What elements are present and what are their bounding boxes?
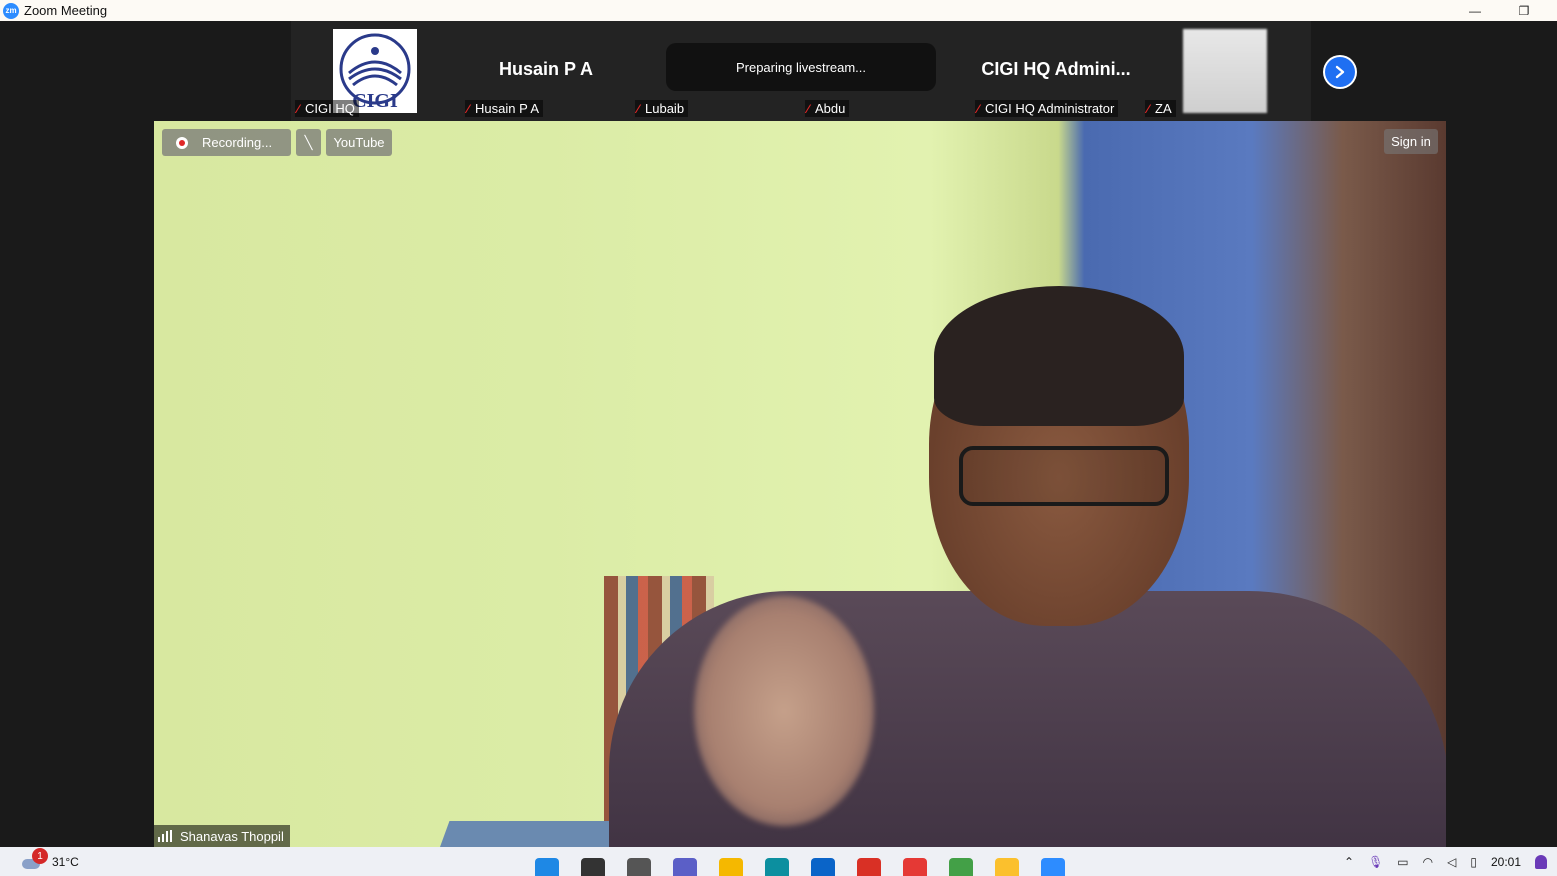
participant-label: ⁄ Abdu (805, 100, 850, 117)
participant-label: ⁄ ZA (1145, 100, 1176, 117)
participant-tile-cigi-hq[interactable]: CIGI ⁄ CIGI HQ (291, 21, 461, 121)
system-tray: ⌃ 🎙 ▭ ◠ ◁ ▯ 20:01 (1344, 847, 1547, 876)
gmail-glyph (857, 858, 881, 876)
record-dot-icon (176, 136, 188, 149)
chrome-1-icon[interactable] (900, 847, 930, 876)
signal-strength-icon (158, 830, 174, 842)
teams-icon[interactable] (670, 847, 700, 876)
notification-badge: 1 (32, 848, 48, 864)
meeting-stage: CIGI ⁄ CIGI HQ Husain P A ⁄ Husain P A L… (0, 21, 1557, 847)
windows-start-icon[interactable] (532, 847, 562, 876)
file-explorer-glyph (719, 858, 743, 876)
window-titlebar: zm Zoom Meeting — ❐ (0, 0, 1557, 21)
weather-cloud-icon: 1 (20, 848, 48, 871)
zoom-glyph (1041, 858, 1065, 876)
chevron-up-icon[interactable]: ⌃ (1344, 855, 1354, 869)
chevron-right-icon (1325, 57, 1355, 87)
participant-label-text: Abdu (815, 101, 846, 116)
task-view-glyph (627, 858, 651, 876)
participant-label-text: Husain P A (475, 101, 540, 116)
mic-muted-icon: ⁄ (637, 101, 640, 116)
microphone-icon[interactable]: 🎙 (1368, 855, 1383, 869)
chrome-2-glyph (949, 858, 973, 876)
search-icon[interactable] (578, 847, 608, 876)
chrome-2-icon[interactable] (946, 847, 976, 876)
participant-tile-cigi-admin[interactable]: CIGI HQ Admini... ⁄ CIGI HQ Administrato… (971, 21, 1141, 121)
file-explorer-icon[interactable] (716, 847, 746, 876)
volume-icon[interactable]: ◁ (1447, 855, 1456, 869)
livestream-toast: Preparing livestream... (666, 43, 936, 91)
minimize-button[interactable]: — (1460, 0, 1490, 21)
mail-glyph (811, 858, 835, 876)
window-title: Zoom Meeting (24, 3, 108, 18)
participant-tile-za[interactable]: ⁄ ZA (1141, 21, 1311, 121)
recording-indicator[interactable]: Recording... (162, 129, 291, 156)
mic-muted-icon: ⁄ (1147, 101, 1150, 116)
windows-taskbar: 1 31°C ⌃ 🎙 ▭ ◠ ◁ ▯ 20:01 (0, 847, 1557, 876)
participant-name: Husain P A (498, 59, 594, 79)
chrome-3-icon[interactable] (992, 847, 1022, 876)
battery-icon[interactable]: ▯ (1470, 855, 1477, 869)
participant-label-text: CIGI HQ Administrator (985, 101, 1115, 116)
active-speaker-video: Recording... ╲ YouTube Sign in Shanavas … (154, 121, 1446, 847)
user-avatar-icon[interactable] (1535, 854, 1547, 869)
sign-in-button[interactable]: Sign in (1384, 129, 1438, 154)
edge-glyph (765, 858, 789, 876)
participant-label: ⁄ Husain P A (465, 100, 544, 117)
wifi-icon[interactable]: ◠ (1423, 855, 1433, 869)
zoom-app-icon: zm (3, 2, 19, 19)
mic-muted-icon: ⁄ (467, 101, 470, 116)
next-page-button[interactable] (1323, 55, 1357, 89)
speaker-hand (694, 596, 874, 826)
weather-widget[interactable]: 1 31°C (20, 848, 79, 871)
participant-tile-husain[interactable]: Husain P A ⁄ Husain P A (461, 21, 631, 121)
search-glyph (581, 858, 605, 876)
windows-start-glyph (535, 858, 559, 876)
participant-name: CIGI HQ Admini... (981, 59, 1131, 79)
chrome-1-glyph (903, 858, 927, 876)
svg-text:CIGI: CIGI (352, 90, 398, 111)
edge-icon[interactable] (762, 847, 792, 876)
gmail-icon[interactable] (854, 847, 884, 876)
participant-label: ⁄ CIGI HQ Administrator (975, 100, 1119, 117)
mic-muted-icon: ⁄ (807, 101, 810, 116)
speaker-name: Shanavas Thoppil (180, 828, 284, 844)
participant-label-text: ZA (1155, 101, 1172, 116)
clock-time[interactable]: 20:01 (1491, 855, 1521, 869)
recording-label: Recording... (202, 135, 273, 150)
temperature: 31°C (52, 855, 79, 869)
livestream-spinner: ╲ (296, 129, 321, 156)
mic-muted-icon: ⁄ (297, 101, 300, 116)
youtube-live-button[interactable]: YouTube (326, 129, 392, 156)
teams-glyph (673, 858, 697, 876)
participant-video-thumbnail (1183, 29, 1267, 113)
mic-muted-icon: ⁄ (977, 101, 980, 116)
mail-icon[interactable] (808, 847, 838, 876)
participant-label: ⁄ CIGI HQ (295, 100, 359, 117)
participant-label-text: Lubaib (645, 101, 685, 116)
zoom-icon[interactable] (1038, 847, 1068, 876)
display-icon[interactable]: ▭ (1397, 855, 1408, 869)
task-view-icon[interactable] (624, 847, 654, 876)
loading-spinner-icon: ╲ (304, 134, 313, 150)
chrome-3-glyph (995, 858, 1019, 876)
taskbar-apps (532, 847, 1084, 876)
participant-label: ⁄ Lubaib (635, 100, 689, 117)
speaker-hair (934, 286, 1184, 426)
restore-button[interactable]: ❐ (1509, 0, 1539, 21)
participant-label-text: CIGI HQ (305, 101, 355, 116)
speaker-name-tag: Shanavas Thoppil (154, 825, 290, 847)
speaker-glasses (959, 446, 1169, 506)
